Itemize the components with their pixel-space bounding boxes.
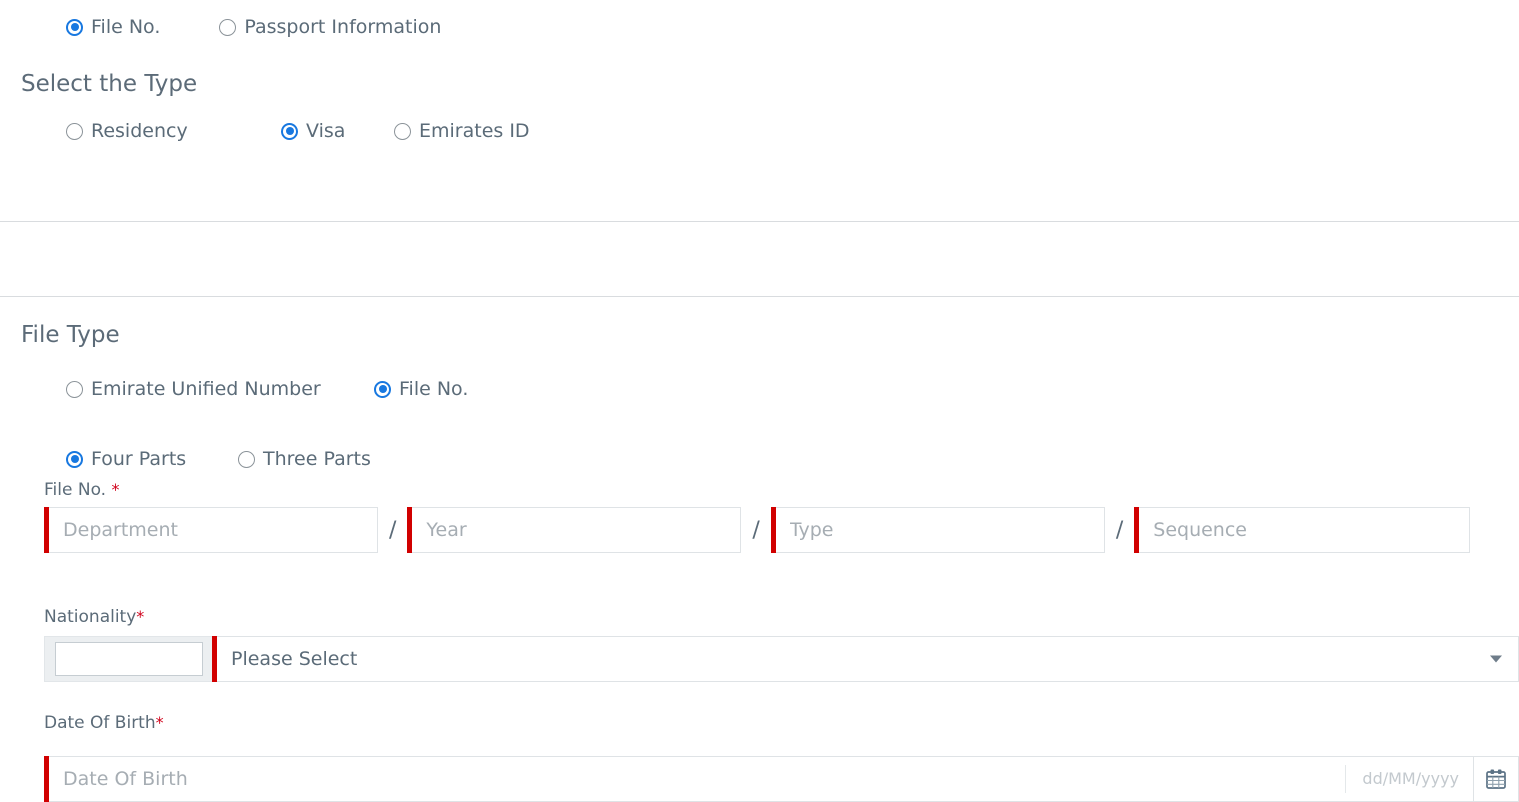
file-no-input-group[interactable]: / / / <box>44 507 1471 553</box>
radio-option-file-no[interactable]: File No. <box>66 16 160 38</box>
radio-label: Passport Information <box>244 16 442 38</box>
radio-indicator[interactable] <box>66 18 83 36</box>
radio-option-four-parts[interactable]: Four Parts <box>66 448 238 470</box>
radio-indicator[interactable] <box>374 380 391 398</box>
radio-indicator[interactable] <box>238 450 255 468</box>
flag-placeholder-icon <box>54 642 203 676</box>
date-picker-button[interactable] <box>1473 756 1519 802</box>
radio-label: Four Parts <box>91 448 187 470</box>
date-of-birth-field-label: Date Of Birth* <box>44 713 164 733</box>
separator-slash-1: / <box>389 517 397 543</box>
radio-option-three-parts[interactable]: Three Parts <box>238 448 371 470</box>
radio-option-emirate-unified-number[interactable]: Emirate Unified Number <box>66 378 374 400</box>
radio-indicator[interactable] <box>281 122 298 140</box>
radio-option-visa[interactable]: Visa <box>281 120 394 142</box>
separator-slash-2: / <box>752 517 760 543</box>
required-asterisk: * <box>155 713 164 732</box>
radio-label: Residency <box>91 120 188 142</box>
file-no-sequence-wrap[interactable] <box>1134 507 1471 553</box>
radio-label: Emirate Unified Number <box>91 378 321 400</box>
required-asterisk: * <box>111 480 120 499</box>
radio-label: Three Parts <box>263 448 371 470</box>
document-source-radio-group[interactable]: File No. Passport Information <box>66 16 441 38</box>
radio-label: Visa <box>306 120 346 142</box>
file-no-sequence-input[interactable] <box>1139 507 1471 553</box>
file-no-label-text: File No. <box>44 480 107 500</box>
select-type-heading: Select the Type <box>21 71 198 97</box>
form-page: File No. Passport Information Select the… <box>0 0 1519 802</box>
file-no-type-input[interactable] <box>775 507 1105 553</box>
file-no-type-wrap[interactable] <box>770 507 1105 553</box>
file-parts-radio-group[interactable]: Four Parts Three Parts <box>66 448 371 470</box>
file-no-year-wrap[interactable] <box>407 507 742 553</box>
date-of-birth-input-wrap[interactable]: Date Of Birth dd/MM/yyyy <box>49 756 1473 802</box>
radio-option-passport-information[interactable]: Passport Information <box>219 16 441 38</box>
date-of-birth-label-text: Date Of Birth <box>44 713 156 733</box>
nationality-selected-value: Please Select <box>231 648 358 670</box>
radio-label: File No. <box>91 16 161 38</box>
radio-label: File No. <box>399 378 469 400</box>
radio-indicator[interactable] <box>394 122 411 140</box>
radio-indicator[interactable] <box>66 380 83 398</box>
date-of-birth-row[interactable]: Date Of Birth dd/MM/yyyy <box>44 756 1519 802</box>
section-divider-top <box>0 221 1519 222</box>
chevron-down-icon[interactable] <box>1490 655 1502 663</box>
date-format-hint: dd/MM/yyyy <box>1345 765 1473 793</box>
calendar-icon[interactable] <box>1485 768 1507 790</box>
nationality-flag-prefix <box>44 636 212 682</box>
nationality-select[interactable]: Please Select <box>217 636 1519 682</box>
radio-label: Emirates ID <box>419 120 530 142</box>
file-no-year-input[interactable] <box>412 507 742 553</box>
radio-option-file-no-2[interactable]: File No. <box>374 378 468 400</box>
radio-option-emirates-id[interactable]: Emirates ID <box>394 120 530 142</box>
file-type-id-radio-group[interactable]: Emirate Unified Number File No. <box>66 378 468 400</box>
nationality-field-label: Nationality* <box>44 607 144 627</box>
date-of-birth-input[interactable]: Date Of Birth <box>63 768 188 790</box>
radio-option-residency[interactable]: Residency <box>66 120 281 142</box>
required-asterisk: * <box>136 607 145 626</box>
section-divider-bottom <box>0 296 1519 297</box>
nationality-select-row[interactable]: Please Select <box>44 636 1519 682</box>
file-no-field-label: File No. * <box>44 480 119 500</box>
file-no-department-input[interactable] <box>49 507 378 553</box>
radio-indicator[interactable] <box>66 122 83 140</box>
file-type-heading: File Type <box>21 322 120 348</box>
radio-indicator[interactable] <box>219 18 237 36</box>
nationality-label-text: Nationality <box>44 607 137 627</box>
radio-indicator[interactable] <box>66 450 83 468</box>
separator-slash-3: / <box>1115 517 1124 543</box>
select-type-radio-group[interactable]: Residency Visa Emirates ID <box>66 120 530 142</box>
file-no-department-wrap[interactable] <box>44 507 378 553</box>
